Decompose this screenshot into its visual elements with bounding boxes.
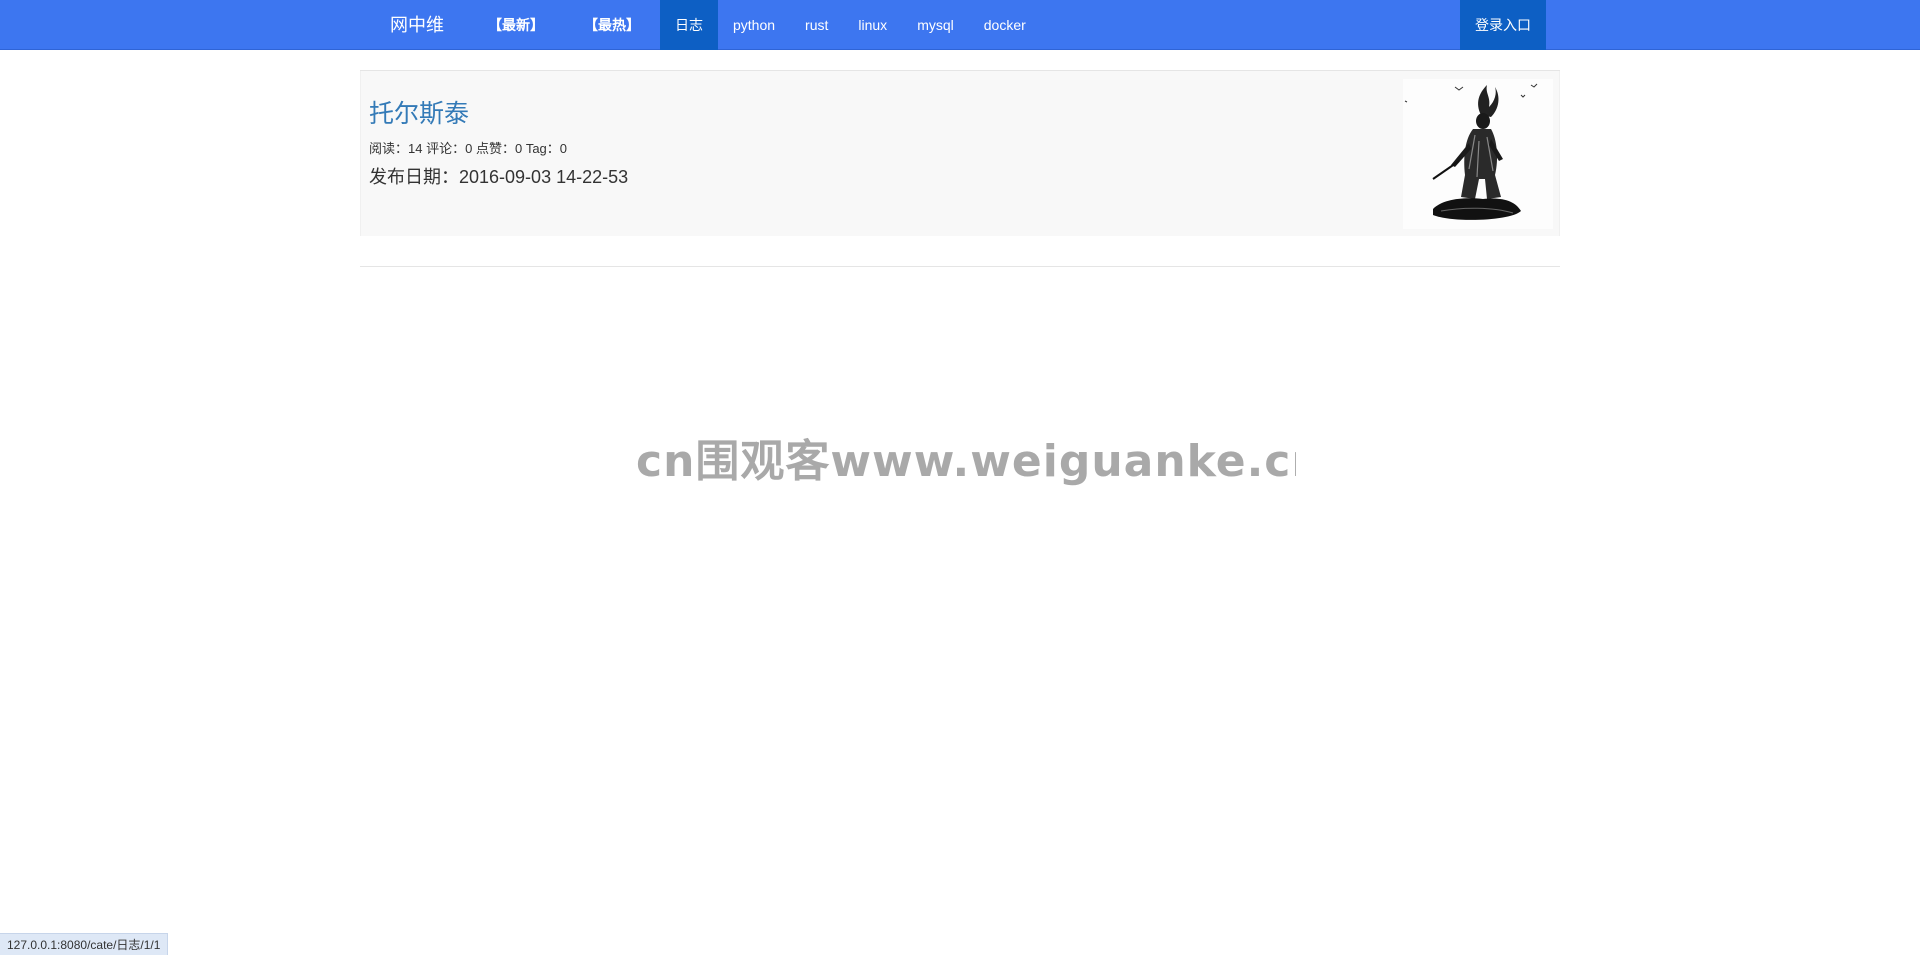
nav-item-rust[interactable]: rust xyxy=(790,0,843,50)
nav-item-docker[interactable]: docker xyxy=(969,0,1041,50)
navbar-inner: 网中维 【最新】 【最热】 日志 python rust linux mysql… xyxy=(374,0,1546,50)
top-navbar: 网中维 【最新】 【最热】 日志 python rust linux mysql… xyxy=(0,0,1920,50)
samurai-illustration-icon xyxy=(1404,83,1538,220)
tag-label: Tag： xyxy=(522,141,560,156)
nav-item-mysql[interactable]: mysql xyxy=(902,0,969,50)
nav-item-python[interactable]: python xyxy=(718,0,790,50)
like-label: 点赞： xyxy=(472,141,515,156)
date-label: 发布日期： xyxy=(369,167,459,187)
post-thumbnail[interactable] xyxy=(1403,79,1553,229)
post-title-link[interactable]: 托尔斯泰 xyxy=(369,94,469,130)
comment-label: 评论： xyxy=(422,141,466,156)
date-value: 2016-09-03 14-22-53 xyxy=(459,167,629,187)
site-brand[interactable]: 网中维 xyxy=(374,0,460,50)
status-bar-url: 127.0.0.1:8080/cate/日志/1/1 xyxy=(0,933,169,955)
bottom-divider xyxy=(360,266,1560,267)
nav-menu: 【最新】 【最热】 日志 python rust linux mysql doc… xyxy=(468,0,1041,50)
login-button[interactable]: 登录入口 xyxy=(1460,0,1546,50)
post-meta: 阅读：14 评论：0 点赞：0 Tag：0 xyxy=(369,138,567,157)
tag-count: 0 xyxy=(559,141,568,156)
read-count: 14 xyxy=(408,141,423,156)
nav-item-journal[interactable]: 日志 xyxy=(660,0,718,50)
nav-item-latest[interactable]: 【最新】 xyxy=(468,0,564,50)
main-container: 托尔斯泰 阅读：14 评论：0 点赞：0 Tag：0 发布日期：2016-09-… xyxy=(360,70,1560,267)
nav-item-linux[interactable]: linux xyxy=(843,0,902,50)
nav-item-hottest[interactable]: 【最热】 xyxy=(564,0,660,50)
post-date: 发布日期：2016-09-03 14-22-53 xyxy=(369,163,628,189)
read-label: 阅读： xyxy=(369,141,409,156)
post-card: 托尔斯泰 阅读：14 评论：0 点赞：0 Tag：0 发布日期：2016-09-… xyxy=(360,71,1560,236)
watermark-text: cn围观客www.weiguanke.cn xyxy=(636,436,1296,487)
